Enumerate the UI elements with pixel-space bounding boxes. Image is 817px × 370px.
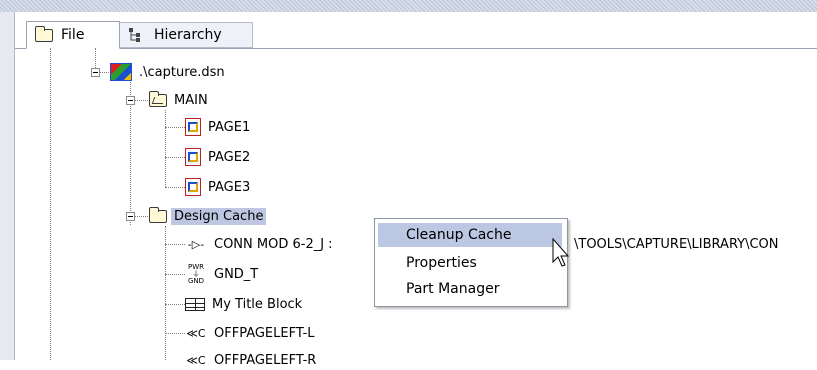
- schematic-page-icon: [185, 148, 201, 166]
- tree-guide-line: [165, 304, 185, 305]
- power-ground-icon: PWR ⏚ GND: [187, 262, 205, 285]
- tree-guide-line: [165, 244, 185, 245]
- tree-item-design-cache[interactable]: Design Cache: [149, 206, 267, 226]
- hierarchy-icon: [129, 28, 140, 42]
- collapse-toggle[interactable]: [126, 212, 135, 221]
- open-folder-icon: [149, 90, 167, 107]
- connector-icon: -▷-: [187, 237, 205, 251]
- tab-file-label: File: [61, 27, 85, 43]
- window-left-border: [0, 12, 15, 360]
- tree-item-cache-part[interactable]: PWR ⏚ GND GND_T: [185, 262, 261, 285]
- tree-item-label: OFFPAGELEFT-L: [214, 325, 315, 341]
- title-block-icon: [185, 297, 205, 311]
- tree-item-main[interactable]: MAIN: [149, 90, 211, 110]
- tree-guide-line: [165, 187, 185, 188]
- tree-item-label: PAGE1: [208, 119, 251, 135]
- part-library-path: \TOOLS\CAPTURE\LIBRARY\CON: [574, 234, 779, 254]
- mouse-pointer-icon: [552, 238, 570, 267]
- tree-item-label: GND_T: [214, 266, 259, 282]
- schematic-page-icon: [185, 178, 201, 196]
- tree-item-label: CONN MOD 6-2_J :: [214, 236, 333, 252]
- tree-item-cache-part[interactable]: ≪C OFFPAGELEFT-R: [185, 350, 319, 370]
- offpage-connector-icon: ≪C: [186, 353, 206, 367]
- folder-icon: [149, 206, 167, 223]
- tree-item-design[interactable]: .\capture.dsn: [110, 62, 228, 82]
- tree-item-label: PAGE2: [208, 149, 251, 165]
- tab-bar: File Hierarchy: [15, 12, 817, 49]
- library-path-text: \TOOLS\CAPTURE\LIBRARY\CON: [574, 236, 779, 252]
- tree-item-page[interactable]: PAGE2: [185, 147, 253, 167]
- tree-guide-line: [165, 226, 166, 360]
- tree-item-label: .\capture.dsn: [139, 64, 225, 80]
- tree-item-label: MAIN: [174, 92, 208, 108]
- collapse-toggle[interactable]: [91, 68, 100, 77]
- offpage-connector-icon: ≪C: [186, 326, 206, 340]
- menu-item-part-manager[interactable]: Part Manager: [378, 277, 562, 301]
- tree-item-cache-part[interactable]: -▷- CONN MOD 6-2_J :: [185, 234, 336, 254]
- tab-file[interactable]: File: [26, 21, 120, 49]
- folder-icon: [35, 25, 53, 42]
- tree-item-page[interactable]: PAGE3: [185, 177, 253, 197]
- menu-item-properties[interactable]: Properties: [378, 251, 562, 275]
- tree-guide-line: [50, 48, 51, 360]
- tree-guide-line: [165, 274, 185, 275]
- tree-guide-line: [165, 110, 166, 187]
- tree-guide-line: [165, 157, 185, 158]
- schematic-page-icon: [185, 118, 201, 136]
- tab-hierarchy[interactable]: Hierarchy: [120, 22, 253, 48]
- design-file-icon: [110, 63, 132, 81]
- menu-item-cleanup-cache[interactable]: Cleanup Cache: [378, 223, 562, 247]
- tree-item-cache-part[interactable]: ≪C OFFPAGELEFT-L: [185, 323, 318, 343]
- tree-item-label: OFFPAGELEFT-R: [214, 352, 317, 368]
- collapse-toggle[interactable]: [126, 96, 135, 105]
- window-top-border: [0, 0, 817, 12]
- tree-item-label: Design Cache: [171, 207, 267, 225]
- tree-item-cache-part[interactable]: My Title Block: [185, 294, 305, 314]
- tree-guide-line: [165, 333, 185, 334]
- tab-hierarchy-label: Hierarchy: [154, 27, 222, 43]
- tree-guide-line: [165, 127, 185, 128]
- tree-item-label: My Title Block: [212, 296, 303, 312]
- tree-item-page[interactable]: PAGE1: [185, 117, 253, 137]
- context-menu: Cleanup Cache Properties Part Manager: [374, 218, 568, 307]
- tree-item-label: PAGE3: [208, 179, 251, 195]
